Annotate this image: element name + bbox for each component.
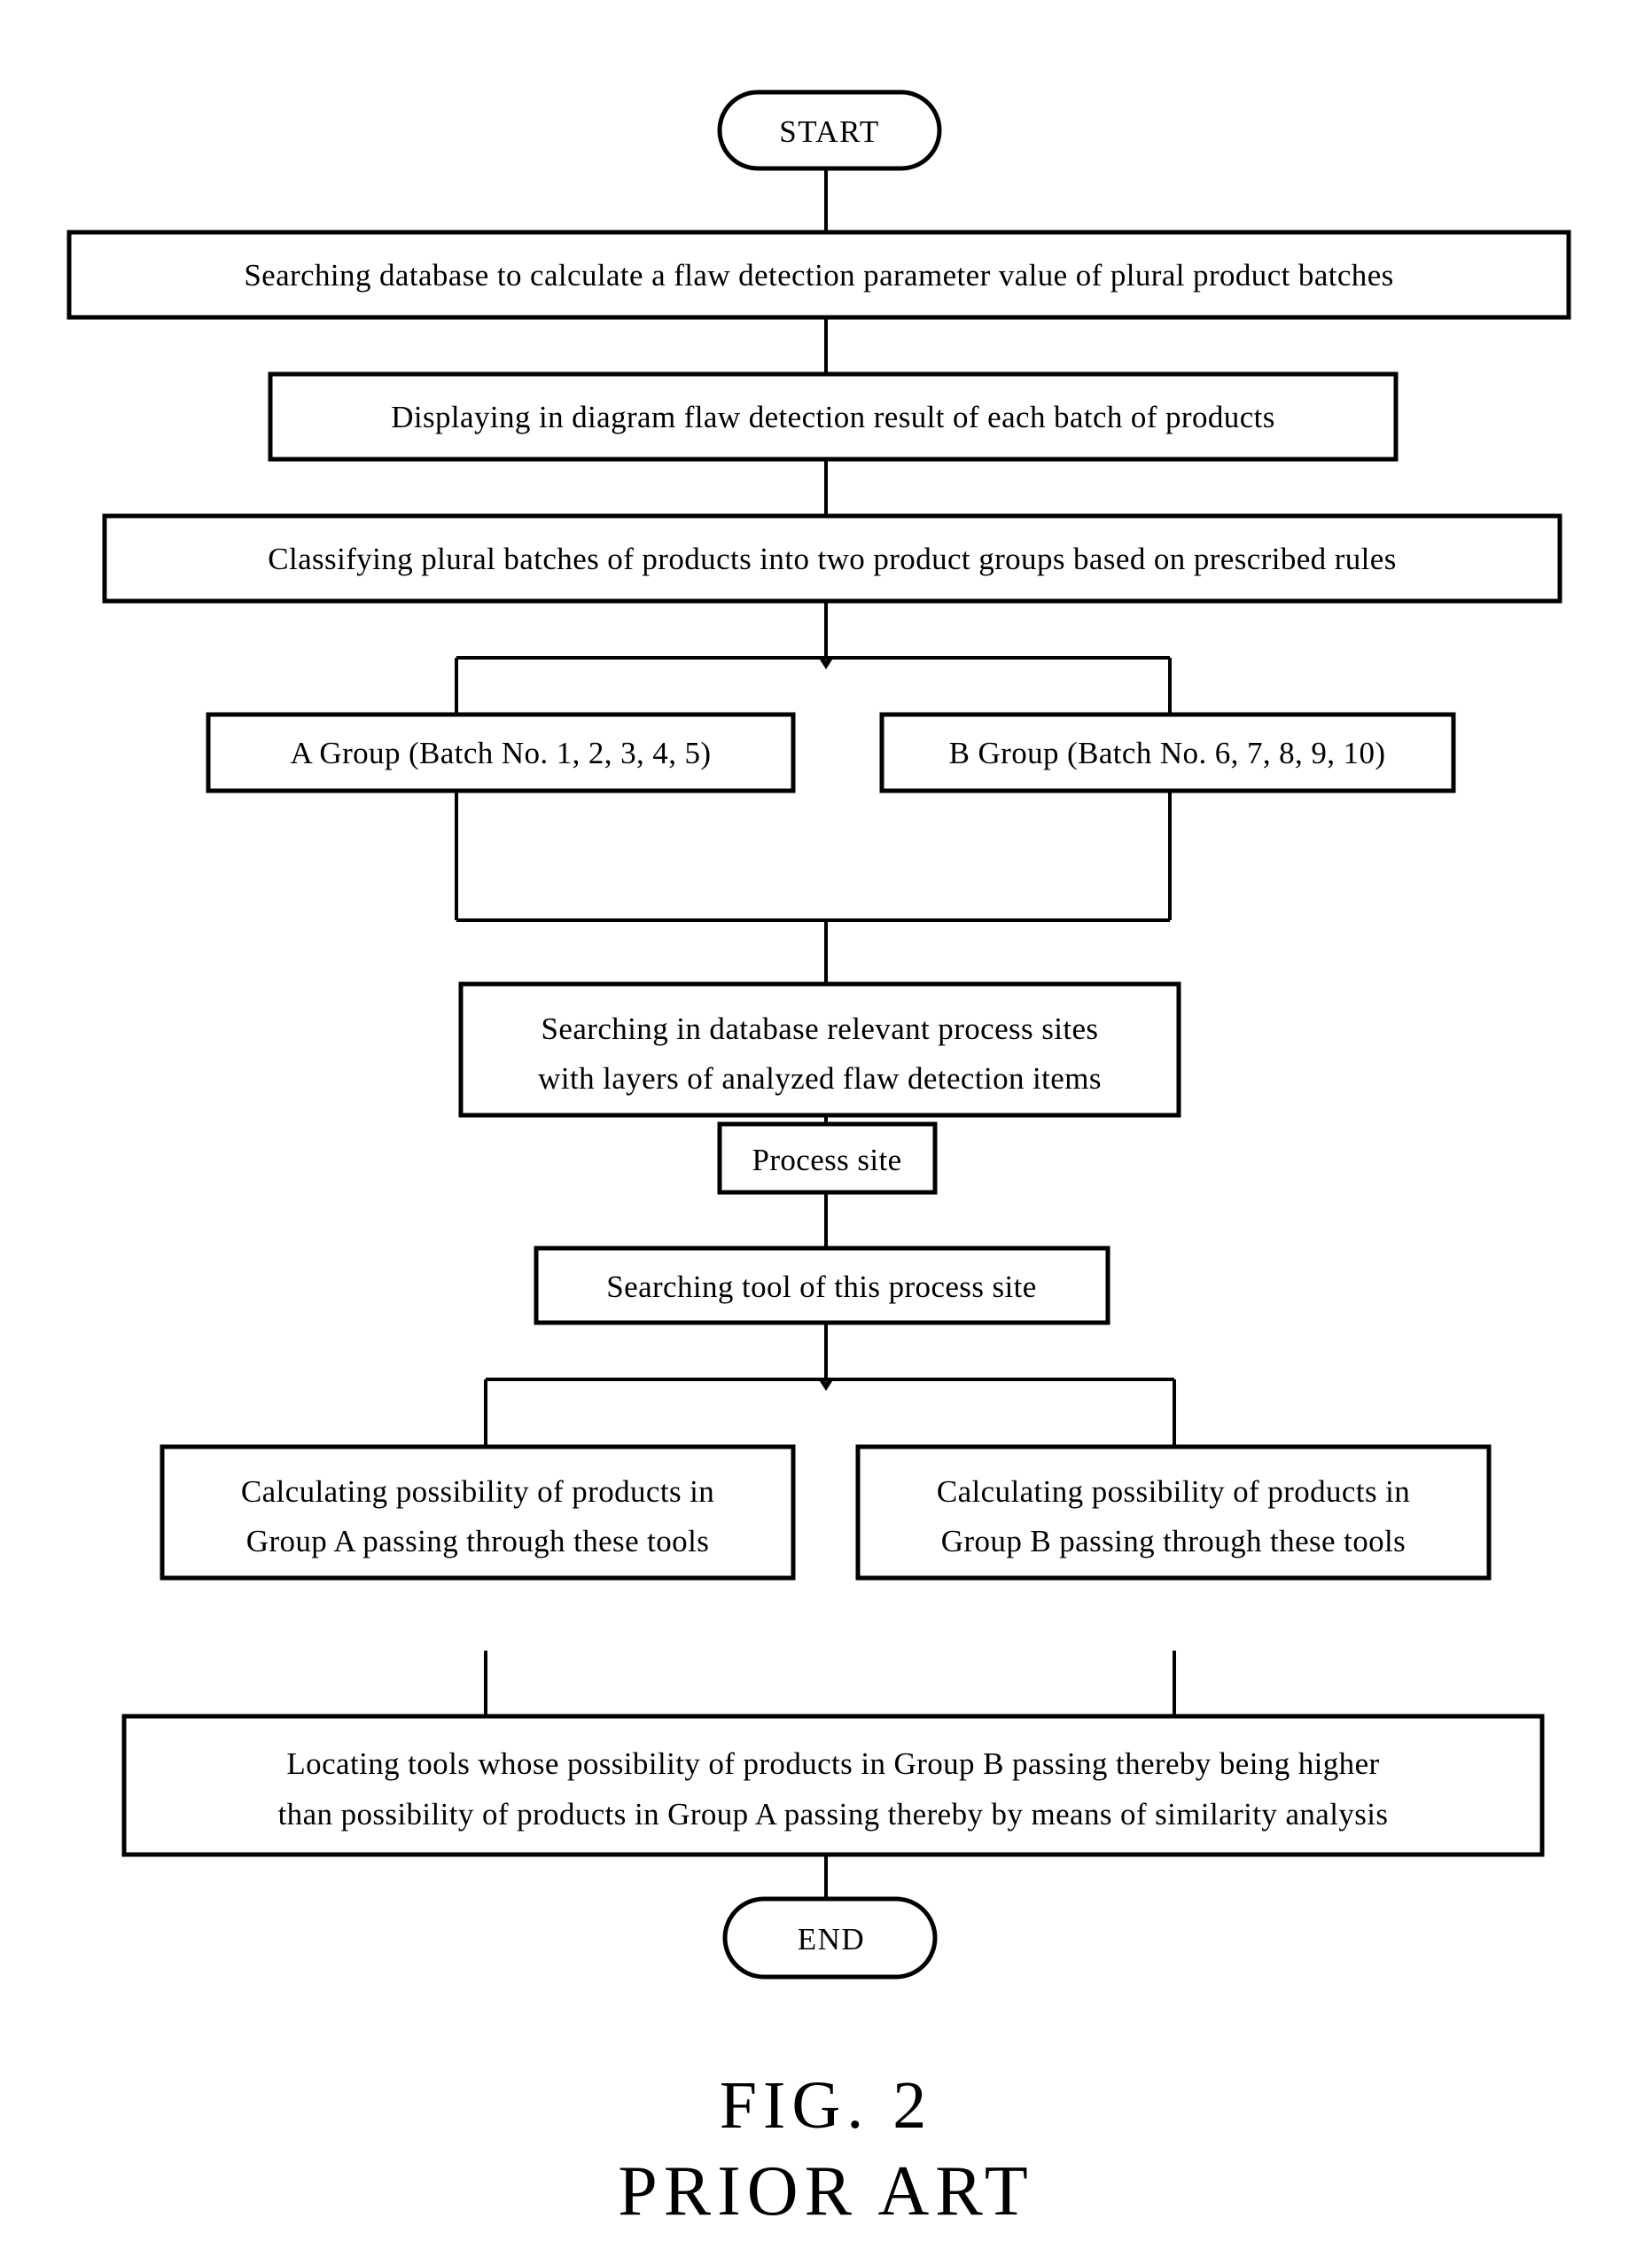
- node-group-a-label: A Group (Batch No. 1, 2, 3, 4, 5): [291, 736, 712, 770]
- node-search-process-sites[interactable]: Searching in database relevant process s…: [458, 981, 1181, 1118]
- node-display-diagram[interactable]: Displaying in diagram flaw detection res…: [268, 371, 1399, 462]
- node-group-b[interactable]: B Group (Batch No. 6, 7, 8, 9, 10): [879, 712, 1456, 793]
- node-calc-b[interactable]: Calculating possibility of products in G…: [855, 1444, 1492, 1581]
- node-classify-label: Classifying plural batches of products i…: [268, 542, 1397, 576]
- node-search-process-sites-label-line2: with layers of analyzed flaw detection i…: [538, 1061, 1102, 1096]
- figure-caption-line-2: PRIOR ART: [618, 2152, 1033, 2230]
- node-locate-tools-label-line1: Locating tools whose possibility of prod…: [286, 1746, 1379, 1781]
- node-calc-a[interactable]: Calculating possibility of products in G…: [160, 1444, 796, 1581]
- node-group-a[interactable]: A Group (Batch No. 1, 2, 3, 4, 5): [206, 712, 796, 793]
- node-start-label: START: [779, 114, 879, 149]
- node-calc-a-label-line2: Group A passing through these tools: [246, 1524, 709, 1558]
- node-locate-tools[interactable]: Locating tools whose possibility of prod…: [121, 1714, 1545, 1857]
- node-search-process-sites-label-line1: Searching in database relevant process s…: [542, 1011, 1099, 1046]
- node-calc-a-label-line1: Calculating possibility of products in: [241, 1474, 714, 1509]
- node-process-site-label: Process site: [752, 1143, 901, 1177]
- figure-caption-line-1: FIG. 2: [720, 2068, 932, 2143]
- figure-caption: FIG. 2 PRIOR ART: [618, 2068, 1033, 2230]
- node-start[interactable]: START: [717, 90, 942, 171]
- node-end[interactable]: END: [722, 1896, 938, 1980]
- node-end-label: END: [798, 1922, 865, 1956]
- node-calc-b-label-line2: Group B passing through these tools: [941, 1524, 1406, 1558]
- node-search-db-label: Searching database to calculate a flaw d…: [244, 258, 1393, 293]
- node-search-tool-label: Searching tool of this process site: [606, 1269, 1036, 1304]
- node-group-b-label: B Group (Batch No. 6, 7, 8, 9, 10): [949, 736, 1386, 770]
- patent-figure: START Searching database to calculate a …: [0, 0, 1652, 2265]
- node-calc-b-label-line1: Calculating possibility of products in: [937, 1474, 1410, 1509]
- node-display-diagram-label: Displaying in diagram flaw detection res…: [391, 400, 1275, 434]
- node-classify[interactable]: Classifying plural batches of products i…: [102, 513, 1562, 604]
- node-search-tool[interactable]: Searching tool of this process site: [534, 1246, 1110, 1325]
- connector-classify-split: [448, 601, 1178, 726]
- flowchart-canvas: START Searching database to calculate a …: [66, 90, 1571, 2230]
- connector-groups-merge: [455, 791, 1172, 996]
- node-locate-tools-label-line2: than possibility of products in Group A …: [278, 1797, 1389, 1832]
- node-search-db[interactable]: Searching database to calculate a flaw d…: [66, 230, 1571, 320]
- connector-searchtool-split: [478, 1323, 1182, 1458]
- node-process-site[interactable]: Process site: [717, 1121, 938, 1195]
